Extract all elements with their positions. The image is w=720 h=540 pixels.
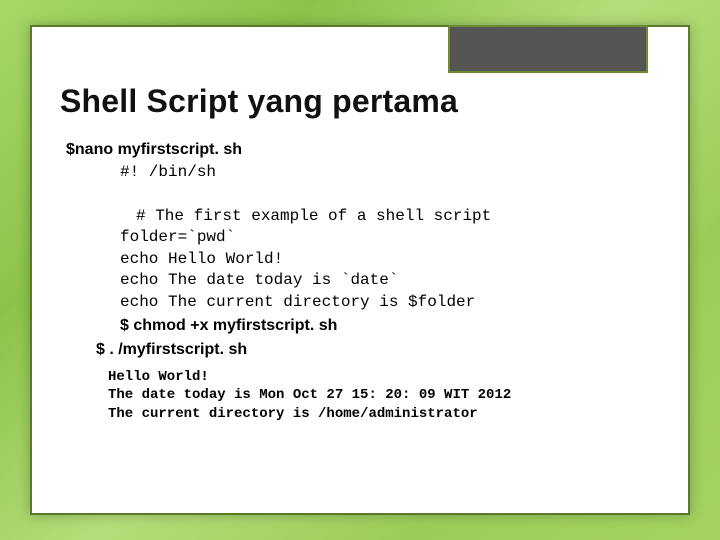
output-hello: Hello World! — [108, 368, 660, 387]
script-line-date: echo The date today is `date` — [60, 270, 660, 292]
slide-title: Shell Script yang pertama — [60, 83, 660, 120]
command-run: $ . /myfirstscript. sh — [60, 338, 660, 362]
command-chmod: $ chmod +x myfirstscript. sh — [60, 314, 660, 338]
spacer — [60, 188, 660, 206]
title-accent-box — [448, 25, 648, 73]
script-line-folder: folder=`pwd` — [60, 227, 660, 249]
slide-card: Shell Script yang pertama $nano myfirsts… — [30, 25, 690, 515]
script-shebang: #! /bin/sh — [60, 162, 660, 184]
output-block: Hello World! The date today is Mon Oct 2… — [60, 368, 660, 425]
command-nano: $nano myfirstscript. sh — [60, 138, 660, 162]
script-line-hello: echo Hello World! — [60, 249, 660, 271]
output-date: The date today is Mon Oct 27 15: 20: 09 … — [108, 386, 660, 405]
script-line-dir: echo The current directory is $folder — [60, 292, 660, 314]
output-dir: The current directory is /home/administr… — [108, 405, 660, 424]
script-comment: # The first example of a shell script — [60, 206, 660, 228]
